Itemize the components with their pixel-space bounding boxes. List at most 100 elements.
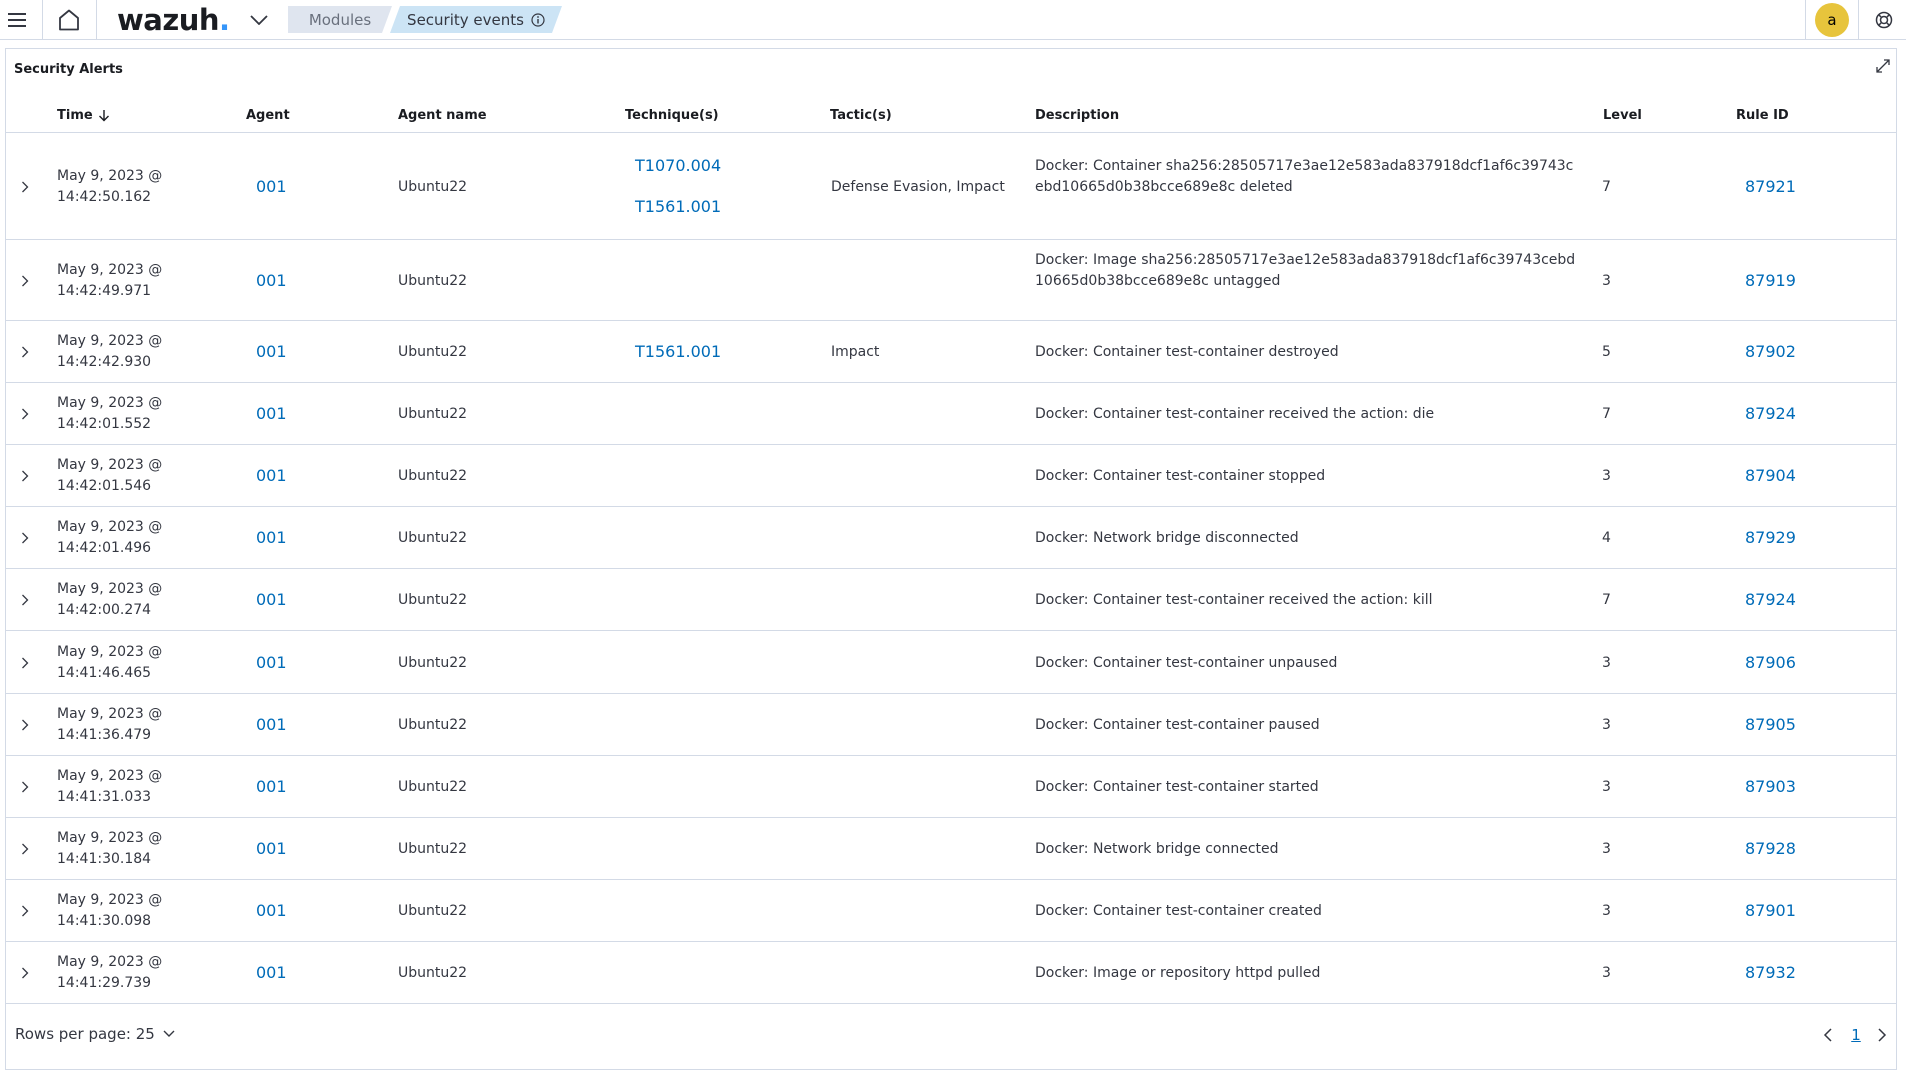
cell-level: 3: [1602, 468, 1611, 484]
cell-agent-link[interactable]: 001: [256, 901, 287, 921]
table-row[interactable]: May 9, 2023 @ 14:41:31.033 001 Ubuntu22 Doc…: [6, 756, 1896, 818]
home-icon[interactable]: [50, 0, 88, 39]
logo-text: wazuh: [117, 2, 220, 37]
cell-agent-link[interactable]: 001: [256, 963, 287, 983]
expand-row-chevron-right-icon[interactable]: [14, 838, 36, 860]
expand-row-chevron-right-icon[interactable]: [14, 714, 36, 736]
expand-row-chevron-right-icon[interactable]: [14, 652, 36, 674]
user-avatar[interactable]: a: [1815, 3, 1849, 37]
cell-description: Docker: Container sha256:28505717e3ae12e…: [1035, 157, 1574, 195]
expand-row-chevron-right-icon[interactable]: [14, 900, 36, 922]
column-header-agent-name[interactable]: Agent name: [398, 107, 487, 123]
table-row[interactable]: May 9, 2023 @ 14:41:30.184 001 Ubuntu22 Doc…: [6, 818, 1896, 880]
cell-agent-name: Ubuntu22: [398, 654, 468, 671]
pagination-next-arrow-icon[interactable]: [1872, 1022, 1892, 1048]
column-header-level[interactable]: Level: [1603, 107, 1642, 123]
expand-row-chevron-right-icon[interactable]: [14, 341, 36, 363]
cell-description: Docker: Network bridge connected: [1035, 841, 1279, 857]
cell-technique-link[interactable]: T1070.004: [635, 156, 721, 176]
cell-level: 5: [1602, 344, 1611, 360]
breadcrumb-modules[interactable]: Modules: [288, 6, 392, 33]
expand-row-chevron-right-icon[interactable]: [14, 589, 36, 611]
expand-row-chevron-right-icon[interactable]: [14, 403, 36, 425]
cell-agent-link[interactable]: 001: [256, 528, 287, 548]
cell-level: 7: [1602, 406, 1611, 422]
table-row[interactable]: May 9, 2023 @ 14:42:01.546 001 Ubuntu22 Doc…: [6, 445, 1896, 507]
wazuh-logo[interactable]: wazuh.: [117, 0, 230, 39]
cell-rule-id-link[interactable]: 87901: [1745, 901, 1796, 921]
cell-rule-id-link[interactable]: 87921: [1745, 177, 1796, 197]
cell-agent-link[interactable]: 001: [256, 342, 287, 362]
cell-rule-id-link[interactable]: 87932: [1745, 963, 1796, 983]
cell-rule-id-link[interactable]: 87903: [1745, 777, 1796, 797]
header-divider: [96, 0, 97, 39]
expand-row-chevron-right-icon[interactable]: [14, 465, 36, 487]
cell-agent-name: Ubuntu22: [398, 779, 468, 795]
cell-agent-link[interactable]: 001: [256, 715, 287, 735]
table-row[interactable]: May 9, 2023 @ 14:41:30.098 001 Ubuntu22 Doc…: [6, 880, 1896, 942]
expand-row-chevron-right-icon[interactable]: [14, 176, 36, 198]
cell-rule-id-link[interactable]: 87928: [1745, 839, 1796, 859]
cell-time: May 9, 2023 @ 14:42:01.552: [57, 395, 163, 432]
menu-hamburger-icon[interactable]: [0, 0, 34, 39]
cell-level: 3: [1602, 779, 1611, 795]
table-row[interactable]: May 9, 2023 @ 14:42:50.162 001 Ubuntu22 T10…: [6, 133, 1896, 240]
cell-agent-link[interactable]: 001: [256, 404, 287, 424]
cell-description: Docker: Container test-container receive…: [1035, 592, 1433, 608]
cell-agent-link[interactable]: 001: [256, 653, 287, 673]
cell-agent-name: Ubuntu22: [398, 841, 468, 857]
expand-row-chevron-right-icon[interactable]: [14, 776, 36, 798]
cell-level: 7: [1602, 592, 1611, 608]
cell-description: Docker: Container test-container unpause…: [1035, 654, 1338, 671]
rows-per-page-selector[interactable]: Rows per page: 25: [15, 1025, 175, 1043]
column-header-rule-id[interactable]: Rule ID: [1736, 107, 1789, 123]
cell-level: 4: [1602, 530, 1611, 546]
pagination-previous-arrow-icon[interactable]: [1818, 1022, 1838, 1048]
column-header-tactics[interactable]: Tactic(s): [830, 107, 892, 123]
cell-agent-link[interactable]: 001: [256, 271, 287, 291]
cell-agent-link[interactable]: 001: [256, 466, 287, 486]
table-row[interactable]: May 9, 2023 @ 14:42:00.274 001 Ubuntu22 Doc…: [6, 569, 1896, 631]
table-row[interactable]: May 9, 2023 @ 14:42:49.971 001 Ubuntu22 Doc…: [6, 240, 1896, 321]
app-menu-chevron-down-icon[interactable]: [246, 0, 272, 39]
cell-agent-link[interactable]: 001: [256, 177, 287, 197]
table-row[interactable]: May 9, 2023 @ 14:41:46.465 001 Ubuntu22 Doc…: [6, 631, 1896, 694]
table-row[interactable]: May 9, 2023 @ 14:41:29.739 001 Ubuntu22 Doc…: [6, 942, 1896, 1004]
cell-agent-name: Ubuntu22: [398, 592, 468, 608]
cell-agent-name: Ubuntu22: [398, 468, 468, 484]
info-icon[interactable]: [531, 13, 545, 27]
cell-agent-link[interactable]: 001: [256, 839, 287, 859]
cell-rule-id-link[interactable]: 87919: [1745, 271, 1796, 291]
cell-rule-id-link[interactable]: 87905: [1745, 715, 1796, 735]
cell-agent-name: Ubuntu22: [398, 717, 468, 733]
column-header-time[interactable]: Time: [57, 107, 110, 123]
column-header-agent[interactable]: Agent: [246, 107, 290, 123]
expand-row-chevron-right-icon[interactable]: [14, 270, 36, 292]
expand-row-chevron-right-icon[interactable]: [14, 527, 36, 549]
column-header-techniques[interactable]: Technique(s): [625, 107, 719, 123]
expand-row-chevron-right-icon[interactable]: [14, 962, 36, 984]
table-row[interactable]: May 9, 2023 @ 14:42:42.930 001 Ubuntu22 T15…: [6, 321, 1896, 383]
cell-rule-id-link[interactable]: 87924: [1745, 404, 1796, 424]
table-row[interactable]: May 9, 2023 @ 14:42:01.496 001 Ubuntu22 Doc…: [6, 507, 1896, 569]
table-row[interactable]: May 9, 2023 @ 14:42:01.552 001 Ubuntu22 Doc…: [6, 383, 1896, 445]
cell-rule-id-link[interactable]: 87906: [1745, 653, 1796, 673]
cell-technique-link[interactable]: T1561.001: [635, 197, 721, 217]
cell-rule-id-link[interactable]: 87902: [1745, 342, 1796, 362]
column-header-description[interactable]: Description: [1035, 107, 1119, 123]
fullscreen-expand-icon[interactable]: [1872, 55, 1894, 77]
pagination-page-1[interactable]: 1: [1846, 1022, 1866, 1048]
table-row[interactable]: May 9, 2023 @ 14:41:36.479 001 Ubuntu22 Doc…: [6, 694, 1896, 756]
cell-time: May 9, 2023 @ 14:41:30.098: [57, 892, 163, 929]
cell-description: Docker: Container test-container started: [1035, 779, 1319, 795]
cell-agent-link[interactable]: 001: [256, 590, 287, 610]
breadcrumb-security-events[interactable]: Security events: [390, 6, 562, 33]
cell-rule-id-link[interactable]: 87924: [1745, 590, 1796, 610]
cell-technique-link[interactable]: T1561.001: [635, 342, 721, 362]
column-label: Technique(s): [625, 107, 719, 123]
cell-level: 7: [1602, 178, 1611, 195]
help-lifebuoy-icon[interactable]: [1867, 0, 1901, 39]
cell-rule-id-link[interactable]: 87904: [1745, 466, 1796, 486]
cell-agent-link[interactable]: 001: [256, 777, 287, 797]
cell-rule-id-link[interactable]: 87929: [1745, 528, 1796, 548]
